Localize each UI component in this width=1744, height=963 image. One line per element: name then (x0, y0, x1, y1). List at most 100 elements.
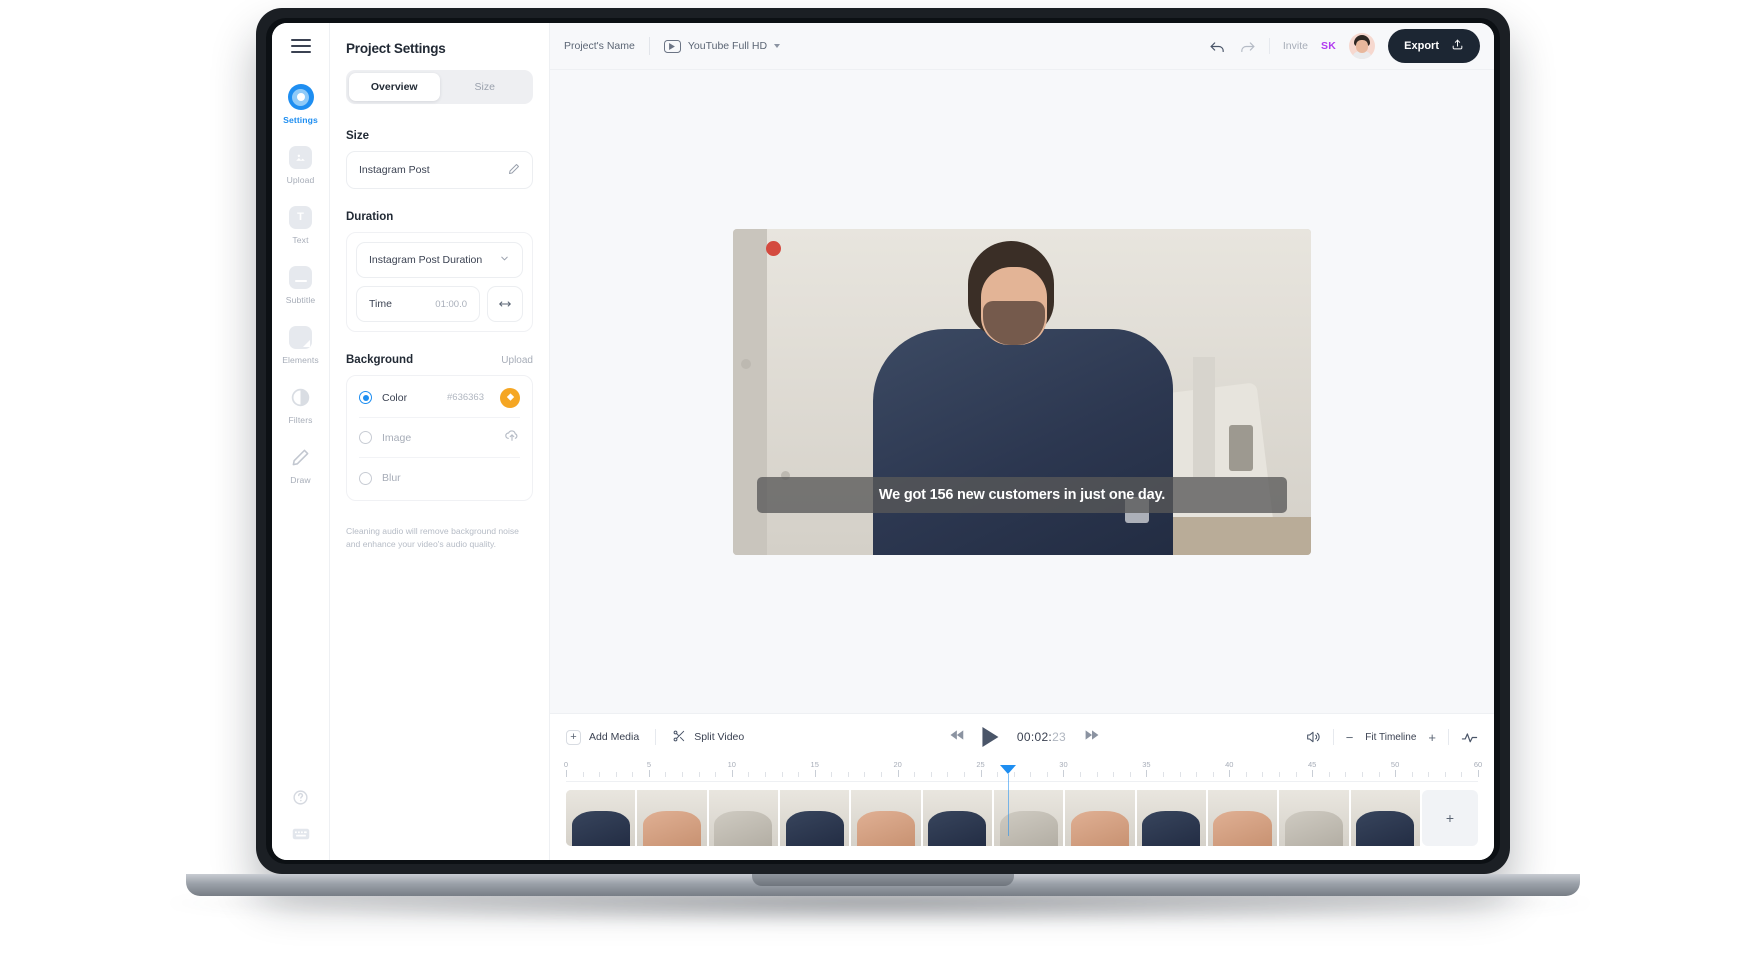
radio-color[interactable] (359, 391, 372, 404)
sidebar-item-upload[interactable]: Upload (274, 135, 328, 189)
hamburger-icon[interactable] (290, 39, 311, 53)
timeline-clip-thumbnail[interactable] (993, 790, 1064, 846)
tab-overview[interactable]: Overview (349, 73, 440, 101)
avatar[interactable] (1349, 33, 1376, 59)
background-options: Color #636363 Image Blur (346, 375, 533, 501)
background-option-blur[interactable]: Blur (359, 458, 520, 498)
radio-image[interactable] (359, 431, 372, 444)
ruler-minor-tick (1262, 772, 1264, 777)
timeline-clip-thumbnail[interactable] (637, 790, 707, 846)
sidebar-item-draw[interactable]: Draw (274, 435, 328, 489)
ruler-minor-tick (1411, 772, 1413, 777)
format-preset-dropdown[interactable]: YouTube Full HD (663, 39, 781, 53)
volume-icon[interactable] (1305, 729, 1321, 745)
background-option-image[interactable]: Image (359, 418, 520, 458)
size-preset-value: Instagram Post (359, 164, 430, 176)
sidebar-item-settings[interactable]: Settings (274, 75, 328, 129)
sidebar-item-elements[interactable]: Elements (274, 315, 328, 369)
ruler-minor-tick (748, 772, 750, 777)
pencil-edit-icon[interactable] (508, 163, 520, 178)
timeline-clip-thumbnail[interactable] (1207, 790, 1278, 846)
fast-forward-icon[interactable] (1084, 728, 1099, 746)
subtitle-text: We got 156 new customers in just one day… (878, 486, 1166, 503)
format-preset-label: YouTube Full HD (687, 40, 768, 52)
time-input[interactable]: Time 01:00.0 (356, 286, 480, 322)
radio-blur[interactable] (359, 471, 372, 485)
ruler-minor-tick (1129, 772, 1131, 777)
background-section-heading: Background (346, 354, 414, 366)
ruler-minor-tick (1279, 772, 1281, 777)
ruler-minor-tick (1328, 772, 1330, 777)
divider (1332, 729, 1334, 745)
ruler-minor-tick (582, 772, 584, 777)
timeline-clip-thumbnail[interactable] (851, 790, 921, 846)
zoom-in-button[interactable]: + (1428, 731, 1436, 744)
project-name[interactable]: Project's Name (564, 40, 635, 52)
sidebar-item-subtitle[interactable]: Subtitle (274, 255, 328, 309)
background-option-label: Color (382, 391, 408, 404)
divider (1268, 38, 1270, 54)
timeline-clip-thumbnail[interactable] (566, 790, 636, 846)
ruler-minor-tick (1096, 772, 1098, 777)
timeline-clip-thumbnail[interactable] (1350, 790, 1420, 846)
paint-bucket-icon[interactable] (500, 387, 520, 408)
video-preview[interactable]: We got 156 new customers in just one day… (733, 228, 1311, 555)
size-preset-field[interactable]: Instagram Post (346, 151, 533, 189)
share-upload-icon (1451, 38, 1464, 54)
help-question-icon[interactable] (292, 789, 309, 811)
ruler-minor-tick (1046, 772, 1048, 777)
top-bar-right: Invite SK Export (1209, 29, 1480, 63)
ruler-label: 50 (1390, 760, 1400, 769)
add-media-button[interactable]: + Add Media (566, 729, 639, 745)
ruler-label: 10 (727, 760, 736, 769)
preview-canvas-area: We got 156 new customers in just one day… (550, 70, 1494, 713)
ruler-minor-tick (1179, 772, 1181, 777)
ruler-label: 5 (646, 760, 651, 769)
split-video-button[interactable]: Split Video (672, 729, 744, 746)
sidebar-item-filters[interactable]: Filters (274, 375, 328, 429)
ruler-label: 35 (1142, 760, 1151, 769)
scene-monitor (1193, 356, 1215, 477)
undo-arrow-icon[interactable] (1209, 38, 1226, 55)
waveform-icon[interactable] (1461, 730, 1478, 745)
left-right-arrow-icon[interactable] (487, 286, 523, 322)
play-icon[interactable] (982, 727, 999, 747)
playhead[interactable] (1000, 765, 1017, 836)
timeline-clip-thumbnail[interactable] (1279, 790, 1349, 846)
cloud-upload-icon[interactable] (504, 427, 520, 448)
duration-card: Instagram Post Duration Time 01:00.0 (346, 232, 533, 332)
background-option-color[interactable]: Color #636363 (359, 378, 520, 418)
ruler-tick (814, 770, 816, 777)
timeline-clip-strip[interactable]: + (566, 790, 1478, 846)
duration-preset-select[interactable]: Instagram Post Duration (356, 242, 523, 278)
collaborator-initials[interactable]: SK (1321, 40, 1336, 52)
timeline-clip-thumbnail[interactable] (1136, 790, 1206, 846)
scene-gray-dot (741, 358, 751, 369)
timeline-clip-thumbnail[interactable] (779, 790, 850, 846)
rewind-icon[interactable] (950, 728, 965, 746)
timeline-clip-thumbnail[interactable] (922, 790, 992, 846)
zoom-level-label[interactable]: Fit Timeline (1365, 732, 1416, 743)
timecode-main: 00:02: (1016, 730, 1053, 744)
pencil-draw-icon (288, 444, 314, 470)
redo-arrow-icon[interactable] (1239, 38, 1256, 55)
sidebar-item-label: Settings (283, 115, 318, 125)
subtitle-overlay[interactable]: We got 156 new customers in just one day… (757, 476, 1287, 513)
divider (1448, 729, 1449, 745)
timeline-clip-thumbnail[interactable] (708, 790, 778, 846)
plus-icon: + (566, 729, 581, 745)
sidebar-item-label: Upload (286, 175, 315, 185)
ruler-tick (1312, 770, 1314, 777)
sidebar-item-text[interactable]: T Text (274, 195, 328, 249)
add-clip-button[interactable]: + (1421, 790, 1478, 846)
tab-size[interactable]: Size (440, 73, 531, 101)
timeline-ruler[interactable]: 0 5 10 15 20 25 30 35 40 45 50 60 (564, 760, 1482, 836)
zoom-out-button[interactable]: − (1346, 731, 1354, 744)
timeline-clip-thumbnail[interactable] (1065, 790, 1135, 846)
keyboard-shortcuts-icon[interactable] (292, 827, 310, 846)
invite-button[interactable]: Invite (1283, 40, 1308, 52)
export-button[interactable]: Export (1388, 29, 1480, 63)
ruler-minor-tick (715, 772, 717, 777)
ruler-minor-tick (963, 772, 965, 777)
background-upload-link[interactable]: Upload (501, 355, 533, 366)
